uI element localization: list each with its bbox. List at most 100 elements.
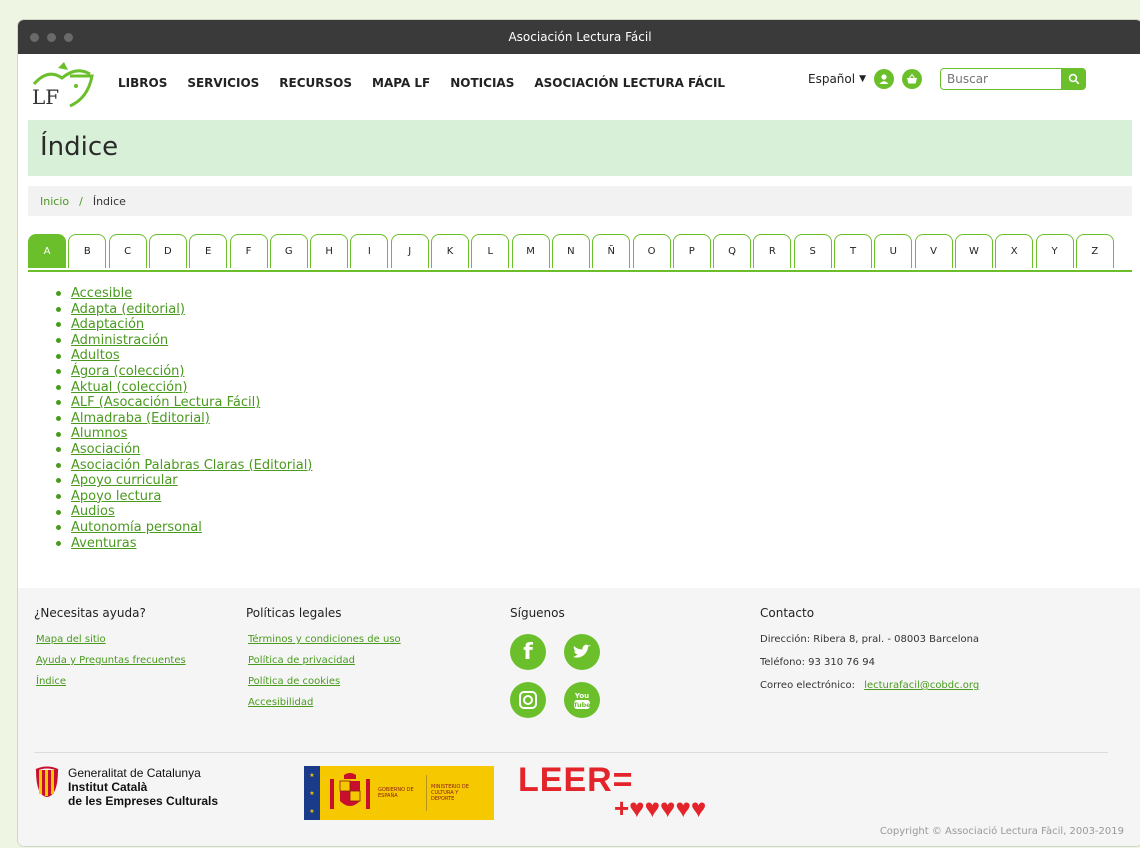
letter-tab-n[interactable]: N xyxy=(551,234,590,268)
letter-tab-e[interactable]: E xyxy=(189,234,228,268)
letter-tab-t[interactable]: T xyxy=(834,234,872,268)
search-button[interactable] xyxy=(1062,68,1087,90)
leer-logo[interactable]: LEER= +♥♥♥♥♥ xyxy=(518,763,706,821)
term-link[interactable]: Almadraba (Editorial) xyxy=(71,411,210,427)
term-link[interactable]: Administración xyxy=(71,333,168,349)
letter-tab-p[interactable]: P xyxy=(672,234,711,268)
term-link[interactable]: Asociación xyxy=(71,442,140,458)
list-item: Adultos xyxy=(56,348,312,364)
language-selector[interactable]: Español ▼ xyxy=(808,72,866,86)
list-item: Adaptación xyxy=(56,317,312,333)
list-item: Apoyo lectura xyxy=(56,489,312,505)
link-terms[interactable]: Términos y condiciones de uso xyxy=(248,634,401,645)
search-input[interactable] xyxy=(940,68,1063,90)
youtube-icon[interactable]: You Tube xyxy=(564,682,600,718)
list-item: Administración xyxy=(56,333,312,349)
link-accessibility[interactable]: Accesibilidad xyxy=(248,697,401,708)
term-link[interactable]: Autonomía personal xyxy=(71,520,202,536)
term-link[interactable]: Adaptación xyxy=(71,317,144,333)
contact-address: Dirección: Ribera 8, pral. - 08003 Barce… xyxy=(760,634,980,645)
link-privacy[interactable]: Política de privacidad xyxy=(248,655,401,666)
letter-tab-j[interactable]: J xyxy=(390,234,429,268)
cart-button[interactable] xyxy=(902,69,923,89)
letter-tab-c[interactable]: C xyxy=(108,234,147,268)
facebook-icon[interactable]: f xyxy=(510,634,546,670)
generalitat-emblem-icon xyxy=(35,766,59,797)
bullet-icon xyxy=(56,384,61,390)
link-site-map[interactable]: Mapa del sitio xyxy=(36,634,186,645)
list-item: Ágora (colección) xyxy=(56,364,312,380)
site-logo[interactable]: LF xyxy=(28,60,98,112)
user-account-button[interactable] xyxy=(874,69,895,89)
browser-window: Asociación Lectura Fácil LF LIBROS SERVI… xyxy=(18,20,1140,846)
footer-help-title: ¿Necesitas ayuda? xyxy=(34,606,146,620)
footer-social: Síguenos f You Tube xyxy=(510,606,600,718)
nav-libros[interactable]: LIBROS xyxy=(118,76,167,90)
term-link[interactable]: Apoyo curricular xyxy=(71,473,178,489)
term-list: Accesible Adapta (editorial) Adaptación Adm… xyxy=(56,286,312,551)
instagram-icon[interactable] xyxy=(510,682,546,718)
list-item: Aktual (colección) xyxy=(56,380,312,396)
nav-servicios[interactable]: SERVICIOS xyxy=(187,76,259,90)
twitter-icon[interactable] xyxy=(564,634,600,670)
term-link[interactable]: Aktual (colección) xyxy=(71,380,187,396)
link-index[interactable]: Índice xyxy=(36,676,186,687)
bullet-icon xyxy=(56,338,61,344)
contact-email-link[interactable]: lecturafacil@cobdc.org xyxy=(864,680,979,691)
letter-tab-k[interactable]: K xyxy=(431,234,469,268)
term-link[interactable]: Adultos xyxy=(71,348,120,364)
letter-tab-w[interactable]: W xyxy=(954,234,993,268)
letter-tab-y[interactable]: Y xyxy=(1035,234,1074,268)
breadcrumb-separator: / xyxy=(79,194,83,208)
gobierno-logo[interactable]: ★ ★ ★ GOBIERNO DE ESPAÑA MINISTERIO DE CUL… xyxy=(304,766,494,820)
breadcrumb-home[interactable]: Inicio xyxy=(40,195,69,208)
letter-tab-u[interactable]: U xyxy=(874,234,913,268)
letter-tab-a[interactable]: A xyxy=(28,234,66,268)
term-link[interactable]: ALF (Asocación Lectura Fácil) xyxy=(71,395,260,411)
svg-text:Tube: Tube xyxy=(573,701,591,709)
term-link[interactable]: Adapta (editorial) xyxy=(71,302,185,318)
bullet-icon xyxy=(56,447,61,453)
window-title: Asociación Lectura Fácil xyxy=(508,30,652,44)
letter-tab-r[interactable]: R xyxy=(753,234,792,268)
nav-asociacion[interactable]: ASOCIACIÓN LECTURA FÁCIL xyxy=(534,76,725,90)
letter-tab-h[interactable]: H xyxy=(310,234,349,268)
nav-recursos[interactable]: RECURSOS xyxy=(279,76,352,90)
letter-tab-s[interactable]: S xyxy=(793,234,832,268)
nav-noticias[interactable]: NOTICIAS xyxy=(450,76,514,90)
term-link[interactable]: Apoyo lectura xyxy=(71,489,161,505)
term-link[interactable]: Alumnos xyxy=(71,426,127,442)
term-link[interactable]: Asociación Palabras Claras (Editorial) xyxy=(71,458,312,474)
term-link[interactable]: Ágora (colección) xyxy=(71,364,185,380)
letter-tab-m[interactable]: M xyxy=(511,234,550,268)
letter-tab-l[interactable]: L xyxy=(471,234,510,268)
gen-line-2: Institut Català xyxy=(68,780,148,794)
letter-tab-q[interactable]: Q xyxy=(713,234,752,268)
letter-tab-ñ[interactable]: Ñ xyxy=(592,234,631,268)
letter-tab-f[interactable]: F xyxy=(229,234,268,268)
link-cookies[interactable]: Política de cookies xyxy=(248,676,401,687)
header-tools: Español ▼ xyxy=(808,68,1087,90)
list-item: Apoyo curricular xyxy=(56,473,312,489)
letter-tab-g[interactable]: G xyxy=(269,234,308,268)
letter-tab-x[interactable]: X xyxy=(995,234,1034,268)
letter-tab-z[interactable]: Z xyxy=(1075,234,1114,268)
link-help-faq[interactable]: Ayuda y Preguntas frecuentes xyxy=(36,655,186,666)
term-link[interactable]: Aventuras xyxy=(71,536,136,552)
letter-tab-d[interactable]: D xyxy=(148,234,187,268)
bullet-icon xyxy=(56,431,61,437)
footer-legal-title: Políticas legales xyxy=(246,606,342,620)
term-link[interactable]: Audios xyxy=(71,504,115,520)
list-item: ALF (Asocación Lectura Fácil) xyxy=(56,395,312,411)
letter-tab-b[interactable]: B xyxy=(68,234,107,268)
letter-tab-i[interactable]: I xyxy=(350,234,389,268)
letter-tab-v[interactable]: V xyxy=(914,234,953,268)
term-link[interactable]: Accesible xyxy=(71,286,132,302)
letter-tab-o[interactable]: O xyxy=(632,234,671,268)
generalitat-logo[interactable]: Generalitat de Catalunya Institut Català… xyxy=(34,766,218,808)
gen-line-1: Generalitat de Catalunya xyxy=(68,766,201,780)
bullet-icon xyxy=(56,494,61,500)
nav-mapa-lf[interactable]: MAPA LF xyxy=(372,76,430,90)
breadcrumb: Inicio / Índice xyxy=(28,186,1132,216)
bullet-icon xyxy=(56,400,61,406)
